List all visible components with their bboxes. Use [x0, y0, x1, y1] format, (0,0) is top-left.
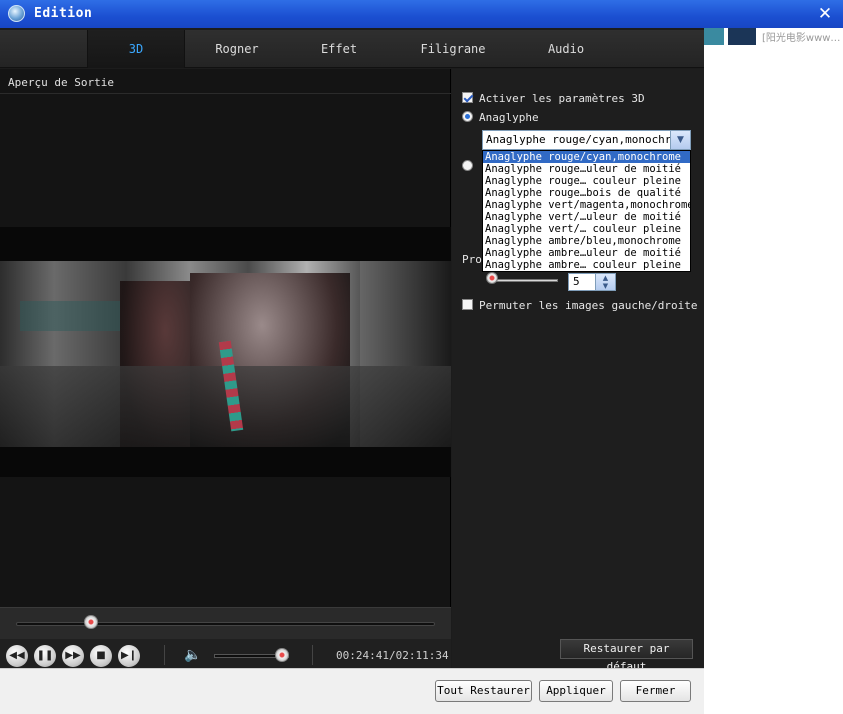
seek-thumb[interactable] [84, 615, 99, 629]
dropdown-option[interactable]: Anaglyphe vert/… couleur pleine [483, 223, 690, 235]
dropdown-option[interactable]: Anaglyphe rouge…uleur de moitié [483, 163, 690, 175]
stop-icon[interactable]: ■ [90, 645, 112, 667]
background-tile [728, 28, 756, 45]
enable-3d-row[interactable]: Activer les paramètres 3D [462, 92, 645, 105]
seek-track[interactable] [16, 622, 435, 626]
close-button[interactable]: Fermer [620, 680, 691, 702]
dropdown-option[interactable]: Anaglyphe vert/…uleur de moitié [483, 211, 690, 223]
forward-icon[interactable]: ▶▶ [62, 645, 84, 667]
tab-rogner[interactable]: Rogner [190, 30, 284, 68]
depth-value: 5 [573, 275, 580, 288]
dropdown-option[interactable]: Anaglyphe rouge… couleur pleine [483, 175, 690, 187]
dropdown-option[interactable]: Anaglyphe ambre… couleur pleine [483, 259, 690, 271]
dropdown-option[interactable]: Anaglyphe rouge…bois de qualité [483, 187, 690, 199]
dropdown-option[interactable]: Anaglyphe rouge/cyan,monochrome [483, 151, 690, 163]
depth-slider-thumb[interactable] [486, 272, 498, 284]
footer-bar: Tout Restaurer Appliquer Fermer [0, 668, 704, 714]
swap-images-row[interactable]: Permuter les images gauche/droite [462, 299, 698, 312]
anaglyph-row[interactable]: Anaglyphe [462, 111, 539, 124]
background-tile [704, 28, 724, 45]
apply-button[interactable]: Appliquer [539, 680, 613, 702]
swap-images-checkbox[interactable] [462, 299, 473, 310]
tab-3d[interactable]: 3D [87, 30, 185, 68]
tab-effet[interactable]: Effet [292, 30, 386, 68]
video-preview [0, 227, 451, 477]
anaglyph-select-value: Anaglyphe rouge/cyan,monochrome [486, 133, 691, 146]
video-frame [0, 261, 451, 447]
edition-window: 3D Rogner Effet Filigrane Audio Aperçu d… [0, 28, 704, 714]
restore-all-button[interactable]: Tout Restaurer [435, 680, 532, 702]
settings-panel: Activer les paramètres 3D Anaglyphe Anag… [452, 69, 704, 709]
rewind-icon[interactable]: ◀◀ [6, 645, 28, 667]
tab-audio[interactable]: Audio [518, 30, 614, 68]
tab-bar: 3D Rogner Effet Filigrane Audio [0, 30, 704, 68]
next-icon[interactable]: ▶❙ [118, 645, 140, 667]
playback-time: 00:24:41/02:11:34 [336, 649, 449, 662]
speaker-icon[interactable]: 🔈 [184, 645, 204, 665]
tab-filigrane[interactable]: Filigrane [400, 30, 506, 68]
preview-label: Aperçu de Sortie [8, 76, 114, 89]
side-by-side-radio-row[interactable] [462, 160, 479, 173]
enable-3d-checkbox[interactable] [462, 92, 473, 103]
app-icon [8, 5, 25, 22]
anaglyph-dropdown-list: Anaglyphe rouge/cyan,monochrome Anaglyph… [482, 150, 691, 272]
dropdown-option[interactable]: Anaglyphe ambre…uleur de moitié [483, 247, 690, 259]
title-bar: Edition ✕ [0, 0, 843, 28]
dropdown-option[interactable]: Anaglyphe vert/magenta,monochrome [483, 199, 690, 211]
anaglyph-label: Anaglyphe [479, 111, 539, 124]
enable-3d-label: Activer les paramètres 3D [479, 92, 645, 105]
side-by-side-radio[interactable] [462, 160, 473, 171]
close-icon[interactable]: ✕ [815, 4, 835, 24]
window-title: Edition [34, 6, 93, 21]
restore-default-button[interactable]: Restaurer par défaut [560, 639, 693, 673]
preview-panel: Aperçu de Sortie ◀◀ ❚❚ ▶▶ ■ ▶❙ 🔈 00:24:4… [0, 69, 451, 709]
divider [312, 645, 313, 665]
dropdown-option[interactable]: Anaglyphe ambre/bleu,monochrome [483, 235, 690, 247]
depth-label: Pro [462, 253, 482, 266]
depth-slider-track[interactable] [490, 279, 558, 282]
swap-images-label: Permuter les images gauche/droite [479, 299, 698, 312]
pause-icon[interactable]: ❚❚ [34, 645, 56, 667]
anaglyph-select[interactable]: Anaglyphe rouge/cyan,monochrome ▼ [482, 130, 691, 150]
depth-stepper[interactable]: 5 ▲ ▼ [568, 273, 616, 291]
chevron-down-icon[interactable]: ▼ [670, 131, 690, 149]
seek-bar [0, 607, 451, 639]
volume-thumb[interactable] [274, 648, 289, 662]
background-window: [阳光电影www… [704, 28, 843, 714]
divider [164, 645, 165, 665]
background-text: [阳光电影www… [762, 33, 841, 44]
divider [0, 93, 451, 94]
anaglyph-radio[interactable] [462, 111, 473, 122]
stepper-arrows-icon[interactable]: ▲ ▼ [595, 274, 615, 290]
